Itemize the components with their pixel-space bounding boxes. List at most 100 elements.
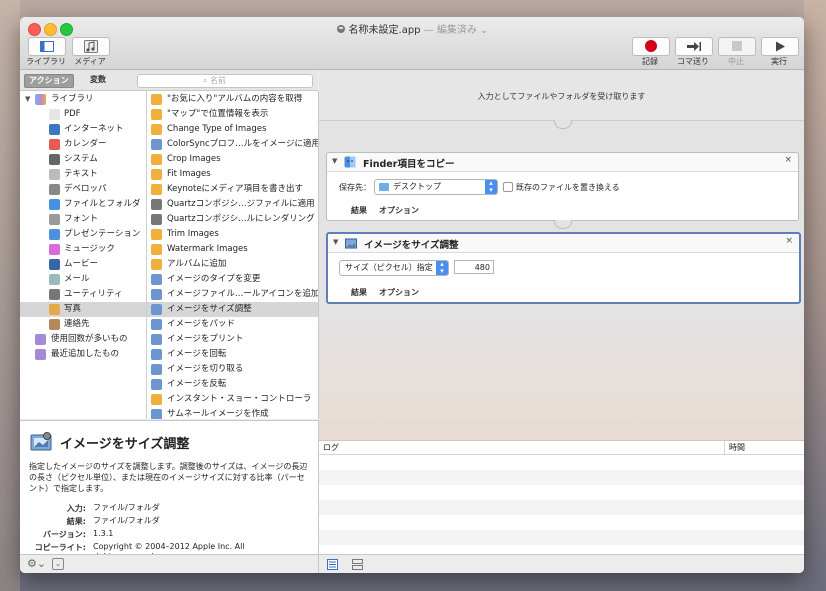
- library-smart-row[interactable]: 使用回数が多いもの: [20, 332, 146, 347]
- action-list-item[interactable]: アルバムに追加: [147, 257, 318, 272]
- automator-robot-icon: [336, 25, 345, 33]
- action-list-item[interactable]: ColorSyncプロフ…ルをイメージに適用: [147, 137, 318, 152]
- action-list-item[interactable]: Trim Images: [147, 227, 318, 242]
- workflow-area[interactable]: 入力としてファイルやフォルダを受け取ります ▼ Finder項目をコピー × 保…: [319, 70, 804, 440]
- log-column-header[interactable]: ログ: [323, 442, 339, 453]
- library-list: ▼ ライブラリ PDF インターネット カレンダー システムテキストデベロッパファイル…: [20, 91, 147, 419]
- library-item-row[interactable]: フォント: [20, 212, 146, 227]
- remove-action-icon[interactable]: ×: [784, 155, 792, 165]
- time-column-header[interactable]: 時間: [729, 442, 745, 453]
- media-button[interactable]: [72, 37, 110, 56]
- list-view-icon[interactable]: [327, 559, 338, 570]
- sidebar-icon: [40, 41, 54, 52]
- results-button[interactable]: 結果: [351, 205, 367, 216]
- replace-existing-checkbox[interactable]: [503, 182, 513, 192]
- library-item-row[interactable]: ムービー: [20, 257, 146, 272]
- description-toggle-icon[interactable]: ⌄: [52, 558, 64, 570]
- action-list-item[interactable]: Keynoteにメディア項目を書き出す: [147, 182, 318, 197]
- search-input[interactable]: ⌕ 名前: [137, 74, 313, 88]
- action-list-item[interactable]: Crop Images: [147, 152, 318, 167]
- library-item-row[interactable]: メール: [20, 272, 146, 287]
- action-list-item[interactable]: "お気に入り"アルバムの内容を取得: [147, 92, 318, 107]
- action-list-item[interactable]: "マップ"で位置情報を表示: [147, 107, 318, 122]
- media-label: メディア: [74, 57, 106, 66]
- library-item-row[interactable]: テキスト: [20, 167, 146, 182]
- action-list-item[interactable]: イメージをパッド: [147, 317, 318, 332]
- library-item-row[interactable]: プレゼンテーション: [20, 227, 146, 242]
- library-item-row[interactable]: デベロッパ: [20, 182, 146, 197]
- save-to-popup[interactable]: デスクトップ ▴ ▾: [374, 179, 498, 195]
- action-card-copy-finder-items[interactable]: ▼ Finder項目をコピー × 保存先： デスクトップ ▴ ▾ 既存のファイルを…: [326, 152, 799, 221]
- action-label: Watermark Images: [167, 244, 248, 254]
- library-tabs-bar: アクション 変数 ⌕ 名前: [20, 70, 318, 91]
- run-button[interactable]: [761, 37, 799, 56]
- card-header: ▼ イメージをサイズ調整 ×: [328, 234, 799, 253]
- library-item-label: デベロッパ: [64, 184, 107, 194]
- action-list-item[interactable]: イメージファイル…ールアイコンを追加: [147, 287, 318, 302]
- action-list-item[interactable]: Fit Images: [147, 167, 318, 182]
- results-button[interactable]: 結果: [351, 287, 367, 298]
- library-item-row[interactable]: ユーティリティ: [20, 287, 146, 302]
- library-item-row[interactable]: 写真: [20, 302, 146, 317]
- library-item-row[interactable]: システム: [20, 152, 146, 167]
- music-note-icon: [84, 40, 98, 53]
- action-list-item[interactable]: インスタント・スョー・コントローラ: [147, 392, 318, 407]
- library-root-label: ライブラリ: [51, 94, 94, 104]
- step-button[interactable]: [675, 37, 713, 56]
- smart-folder-icon: [35, 334, 46, 345]
- action-list-item[interactable]: Watermark Images: [147, 242, 318, 257]
- library-item-row[interactable]: 連絡先: [20, 317, 146, 332]
- split-view-icon[interactable]: [352, 559, 363, 570]
- library-smart-row[interactable]: 最近追加したもの: [20, 347, 146, 362]
- library-item-label: 連絡先: [64, 319, 90, 329]
- action-list-item[interactable]: イメージを反転: [147, 377, 318, 392]
- options-button[interactable]: オプション: [379, 205, 419, 216]
- workflow-input-header: 入力としてファイルやフォルダを受け取ります: [319, 70, 804, 121]
- library-item-row[interactable]: インターネット: [20, 122, 146, 137]
- action-card-scale-images[interactable]: ▼ イメージをサイズ調整 × サイズ（ピクセル）指定 ▴ ▾ 480 結果 オプシ…: [326, 232, 801, 304]
- version-key: バージョン:: [42, 530, 86, 539]
- record-button[interactable]: [632, 37, 670, 56]
- library-root-row[interactable]: ▼ ライブラリ: [20, 92, 146, 107]
- record-label: 記録: [642, 57, 658, 66]
- action-list-item[interactable]: イメージをプリント: [147, 332, 318, 347]
- library-item-row[interactable]: PDF: [20, 107, 146, 122]
- action-list-item[interactable]: Quartzコンポジシ…ジファイルに適用: [147, 197, 318, 212]
- scale-mode-popup[interactable]: サイズ（ピクセル）指定 ▴ ▾: [339, 260, 449, 276]
- system-icon: [49, 154, 60, 165]
- size-input[interactable]: 480: [454, 260, 494, 274]
- action-list-item[interactable]: イメージをサイズ調整: [147, 302, 318, 317]
- library-item-label: ムービー: [64, 259, 99, 269]
- tab-variables[interactable]: 変数: [86, 74, 110, 86]
- preview-icon: [151, 349, 162, 360]
- action-list-item[interactable]: サムネールイメージを作成: [147, 407, 318, 419]
- input-value: ファイル/フォルダ: [93, 503, 160, 512]
- run-label: 実行: [771, 57, 787, 66]
- preview-icon: [151, 319, 162, 330]
- remove-action-icon[interactable]: ×: [785, 236, 793, 246]
- developer-icon: [49, 184, 60, 195]
- action-list-item[interactable]: イメージを回転: [147, 347, 318, 362]
- library-item-row[interactable]: ミュージック: [20, 242, 146, 257]
- library-item-row[interactable]: ファイルとフォルダ: [20, 197, 146, 212]
- action-label: イメージを切り取る: [167, 364, 244, 374]
- collapse-triangle-icon[interactable]: ▼: [332, 157, 337, 165]
- action-list-item[interactable]: Quartzコンポジシ…ルにレンダリング: [147, 212, 318, 227]
- pdf-icon: [49, 109, 60, 120]
- library-item-label: ミュージック: [64, 244, 115, 254]
- action-list-item[interactable]: イメージのタイプを変更: [147, 272, 318, 287]
- gear-menu-icon[interactable]: ⚙⌄: [27, 557, 46, 570]
- library-toggle-button[interactable]: [28, 37, 66, 56]
- action-list-item[interactable]: Change Type of Images: [147, 122, 318, 137]
- options-button[interactable]: オプション: [379, 287, 419, 298]
- window-edited-state: — 編集済み ⌄: [420, 25, 489, 36]
- tab-actions[interactable]: アクション: [24, 74, 74, 88]
- library-item-label: テキスト: [64, 169, 98, 179]
- stop-label: 中止: [728, 57, 744, 66]
- collapse-triangle-icon[interactable]: ▼: [333, 238, 338, 246]
- stop-button[interactable]: [718, 37, 756, 56]
- photo-icon: [49, 304, 60, 315]
- action-list-item[interactable]: イメージを切り取る: [147, 362, 318, 377]
- log-row: [319, 515, 804, 530]
- library-item-row[interactable]: カレンダー: [20, 137, 146, 152]
